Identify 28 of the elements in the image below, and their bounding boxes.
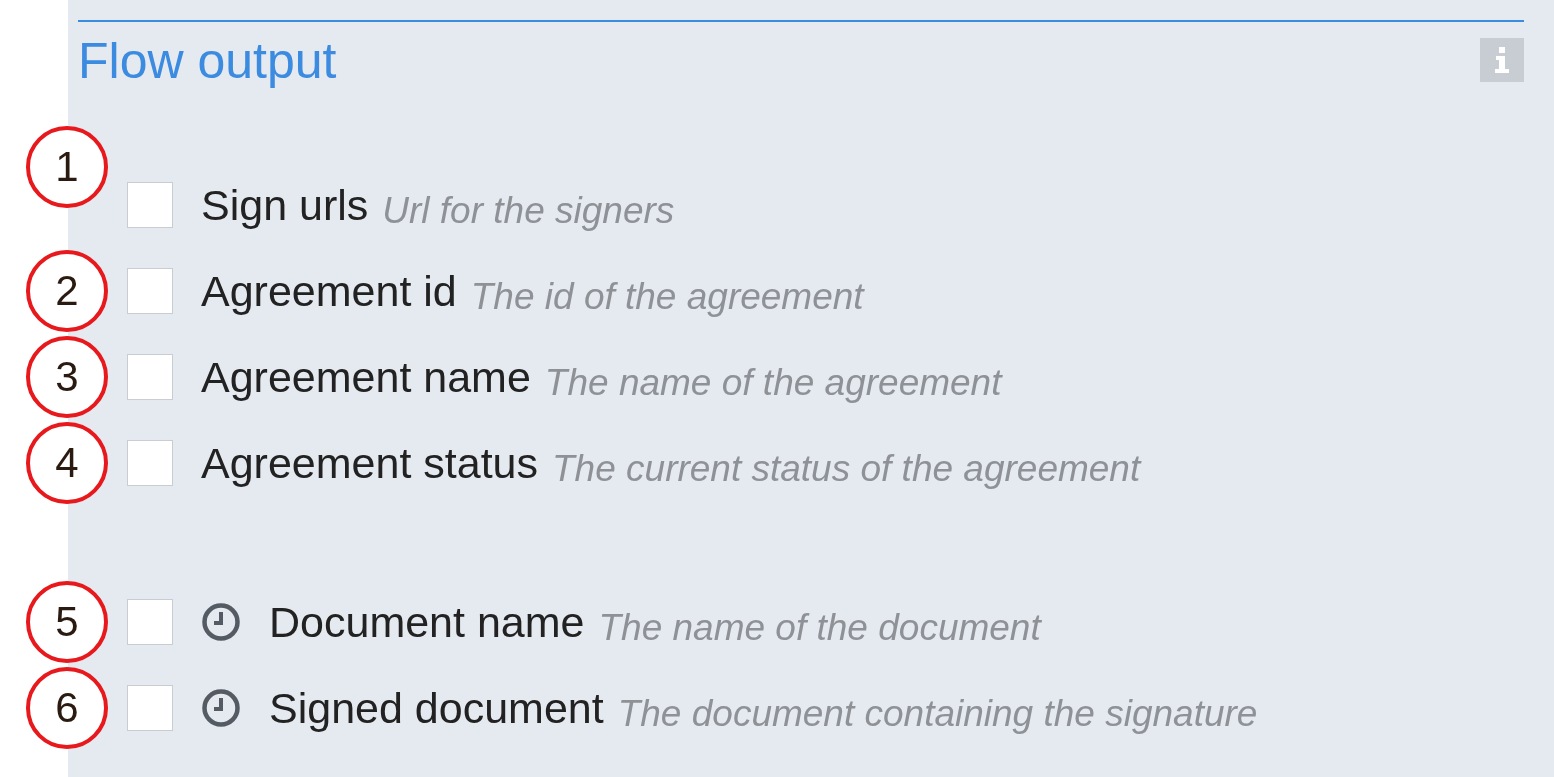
checkbox[interactable] [127, 268, 173, 314]
output-label: Agreement name [201, 352, 531, 402]
checkbox[interactable] [127, 599, 173, 645]
clock-icon [201, 688, 241, 728]
checkbox[interactable] [127, 354, 173, 400]
number-marker: 4 [26, 422, 108, 504]
output-description: Url for the signers [382, 190, 675, 232]
number-marker: 1 [26, 126, 108, 208]
checkbox[interactable] [127, 440, 173, 486]
output-description: The document containing the signature [617, 693, 1258, 735]
number-marker: 5 [26, 581, 108, 663]
clock-icon [201, 602, 241, 642]
checkbox[interactable] [127, 685, 173, 731]
number-marker: 6 [26, 667, 108, 749]
panel-title: Flow output [78, 36, 337, 86]
output-label: Document name [269, 597, 585, 647]
output-label: Sign urls [201, 180, 369, 230]
output-label: Signed document [269, 683, 604, 733]
output-description: The name of the agreement [544, 362, 1002, 404]
output-label: Agreement status [201, 438, 538, 488]
number-marker: 2 [26, 250, 108, 332]
number-marker: 3 [26, 336, 108, 418]
output-label: Agreement id [201, 266, 457, 316]
output-description: The id of the agreement [470, 276, 864, 318]
output-description: The current status of the agreement [552, 448, 1141, 490]
info-icon[interactable] [1480, 38, 1524, 82]
checkbox[interactable] [127, 182, 173, 228]
output-description: The name of the document [598, 607, 1041, 649]
